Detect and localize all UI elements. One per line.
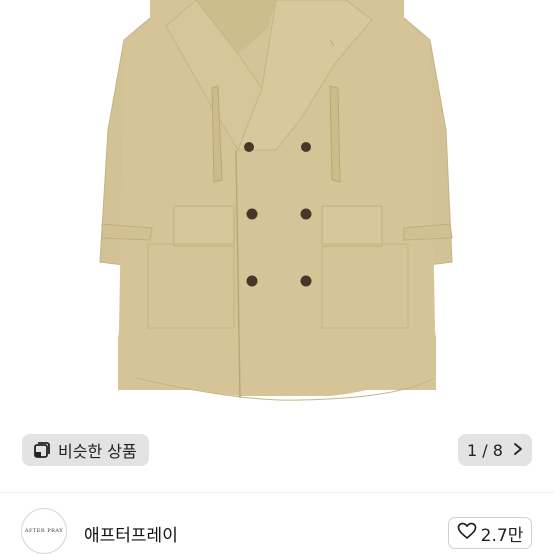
similar-products-label: 비슷한 상품 xyxy=(58,442,137,461)
image-counter-text: 1 / 8 xyxy=(467,440,503,460)
seller-bar: AFTER PRAY 애프터프레이 2.7만 xyxy=(0,493,554,554)
like-button[interactable]: 2.7만 xyxy=(448,517,532,549)
image-counter[interactable]: 1 / 8 xyxy=(458,434,532,466)
similar-products-icon xyxy=(32,440,52,460)
heart-outline-icon xyxy=(457,522,477,545)
similar-products-button[interactable]: 비슷한 상품 xyxy=(22,434,149,466)
product-image[interactable] xyxy=(0,0,554,488)
like-count: 2.7만 xyxy=(480,525,524,546)
seller-name[interactable]: 애프터프레이 xyxy=(84,521,178,546)
chevron-right-icon xyxy=(513,441,523,460)
seller-avatar[interactable]: AFTER PRAY xyxy=(21,508,67,554)
coat-illustration xyxy=(99,0,453,401)
seller-avatar-text: AFTER PRAY xyxy=(24,528,64,534)
